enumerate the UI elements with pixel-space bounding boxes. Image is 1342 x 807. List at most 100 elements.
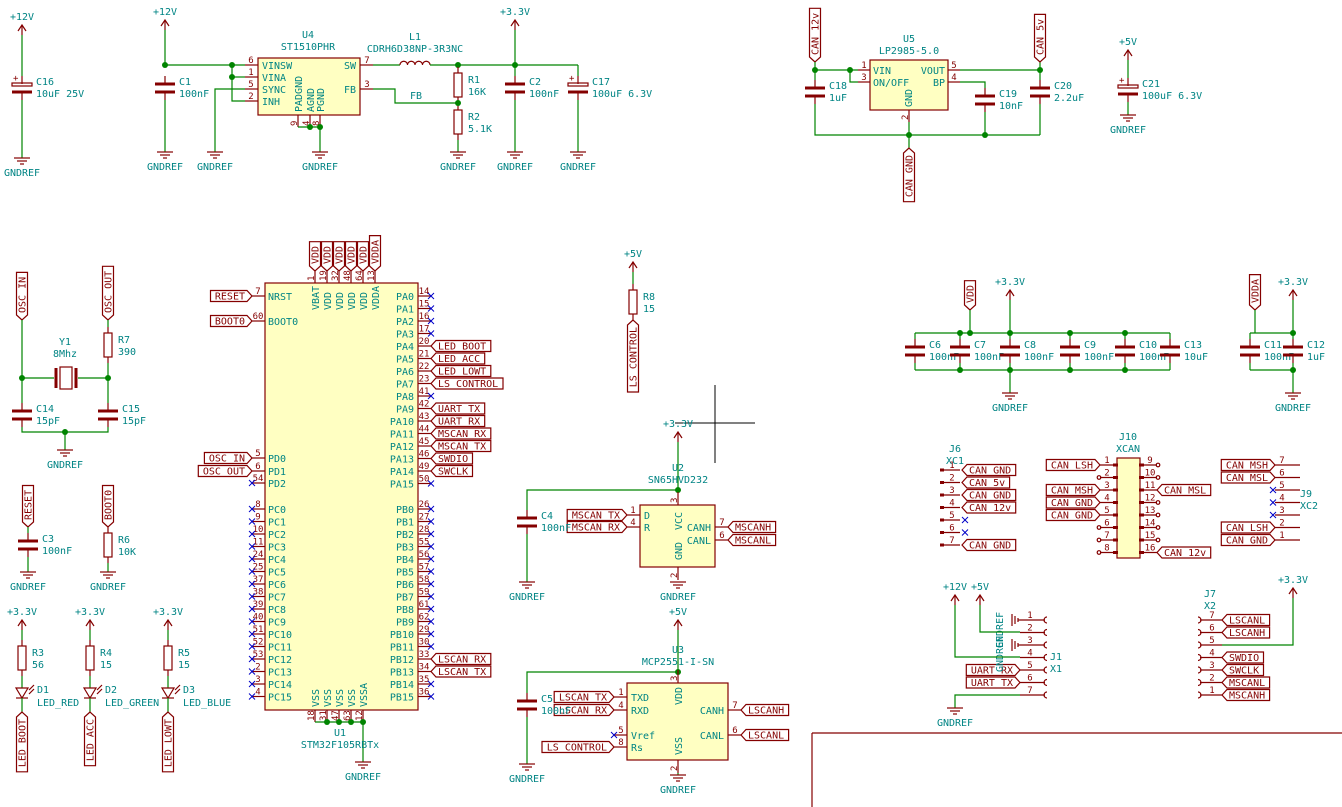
net-label[interactable]: UART_RX [430,414,486,428]
net-label[interactable]: LSCAN_TX [430,665,492,678]
net-label[interactable]: CAN_LSH [1220,521,1276,534]
net-label[interactable]: VDDA [1248,273,1262,311]
net-label[interactable]: LSCANL [740,728,790,742]
net-label[interactable]: LS_CONTROL [541,740,615,754]
ground-label: GNDREF [1275,403,1311,414]
net-label[interactable]: MSCAN_RX [566,520,628,534]
net-label[interactable]: LED_LOWT [161,711,175,773]
net-label[interactable]: LED_ACC [430,352,486,365]
net-label[interactable]: LS_CONTROL [430,377,504,390]
net-label[interactable]: CAN_GND [961,538,1017,552]
net-label[interactable]: MSCAN_RX [430,427,492,440]
net-label[interactable]: VDD [344,241,358,272]
net-label[interactable]: CAN_MSH [1045,483,1101,497]
component-ref: R2 [468,112,480,123]
net-label[interactable]: VDD [963,280,977,311]
pin-number: 1 [1104,456,1109,466]
net-label[interactable]: VDDA [368,235,382,272]
net-label[interactable]: SWCLK [430,464,474,478]
pin-name: PA5 [396,355,414,366]
pin-number: 7 [364,56,369,66]
pin-name: PB15 [390,693,414,704]
net-label[interactable]: OSC_OUT [101,265,115,321]
net-label[interactable]: CAN_GND [902,147,916,203]
net-label[interactable]: LED_ACC [83,711,97,767]
net-label[interactable]: LED_LOWT [430,364,492,378]
component-value: 15pF [122,416,146,427]
power-label: +12V [153,7,177,18]
component-ref: C7 [974,340,986,351]
junction-dot [307,124,313,130]
net-label[interactable]: SWDIO [430,452,474,465]
net-label[interactable]: CAN_5v [1033,13,1047,63]
net-label[interactable]: RESET [209,289,253,303]
pin-name: PC13 [268,668,292,679]
net-label[interactable]: VDD [320,241,334,272]
net-label[interactable]: SWDIO [1221,651,1265,664]
schematic-canvas[interactable]: +12V+ C1610uF 25VGNDREFU4ST1510PHR6 VINSW1… [0,0,1342,807]
pin-name: PC8 [268,605,286,616]
net-label[interactable]: VDD [356,241,370,272]
net-label[interactable]: OSC_IN [15,271,29,321]
net-label[interactable]: CAN_GND [961,463,1017,477]
component-ref: C19 [999,89,1017,100]
net-label[interactable]: LSCAN_RX [430,652,492,666]
pin-number: 6 [732,726,737,736]
net-label[interactable]: UART_TX [965,676,1021,689]
net-label[interactable]: LSCANH [740,703,790,717]
net-label-text: CAN_MSH [1226,461,1268,472]
pin-name: SYNC [262,85,286,96]
net-label-text: LSCANL [1229,616,1265,627]
net-label[interactable]: LSCAN_TX [553,690,615,704]
net-label[interactable]: VDD [308,241,322,272]
ground-label: GNDREF [509,774,545,785]
net-label[interactable]: CAN_5v [961,476,1011,489]
component-ref: C20 [1054,81,1072,92]
net-label[interactable]: MSCAN_TX [430,439,492,453]
net-label[interactable]: CAN_12v [808,7,822,63]
net-label[interactable]: MSCAN_TX [566,508,628,522]
u4-value: ST1510PHR [281,42,336,53]
pin-name: PC10 [268,630,292,641]
net-label[interactable]: UART_RX [965,663,1021,677]
net-label[interactable]: LED_BOOT [430,339,492,353]
net-label[interactable]: CAN_GND [1045,496,1101,509]
net-label[interactable]: CAN_GND [1220,533,1276,547]
net-label[interactable]: LED_BOOT [15,711,29,773]
net-label[interactable]: CAN_GND [961,488,1017,502]
net-label[interactable]: VDD [332,241,346,272]
pin-number: 8 [618,738,623,748]
net-label[interactable]: SWCLK [1221,663,1265,677]
net-label[interactable]: MSCANL [1221,676,1271,689]
net-label[interactable]: MSCANH [1221,688,1271,702]
pin-number: 20 [419,337,430,347]
net-label[interactable]: MSCANL [727,533,777,547]
net-label[interactable]: LSCANH [1221,626,1271,639]
net-label[interactable]: OSC_OUT [197,464,253,478]
net-label[interactable]: CAN_LSH [1045,458,1101,472]
net-label[interactable]: CAN_GND [1045,508,1101,522]
net-label[interactable]: MSCANH [727,520,777,534]
net-label[interactable]: CAN_MSL [1220,471,1276,484]
power-label: +3.3V [1278,575,1308,586]
pin-number: 36 [419,688,430,698]
pin-name: VSS [674,737,685,755]
component-value: LED_BLUE [183,698,231,709]
net-label[interactable]: CAN_12v [961,501,1017,514]
net-label[interactable]: CAN_MSL [1156,483,1212,497]
net-label[interactable]: CAN_12v [1156,546,1212,559]
net-label[interactable]: BOOT0 [101,484,115,528]
net-label[interactable]: UART_TX [430,402,486,415]
net-label[interactable]: BOOT0 [209,314,253,328]
pin-name: PC9 [268,618,286,629]
net-label[interactable]: LS_CONTROL [626,319,640,393]
pin-number: 17 [419,325,430,335]
junction-dot [847,67,853,73]
net-label[interactable]: OSC_IN [203,451,253,465]
net-label-text: MSCAN_RX [438,429,486,440]
net-label[interactable]: CAN_MSH [1220,458,1276,472]
resistor [17,645,27,671]
net-label[interactable]: LSCANL [1221,613,1271,627]
net-label[interactable]: RESET [21,484,35,528]
pin-number: 21 [419,350,430,360]
